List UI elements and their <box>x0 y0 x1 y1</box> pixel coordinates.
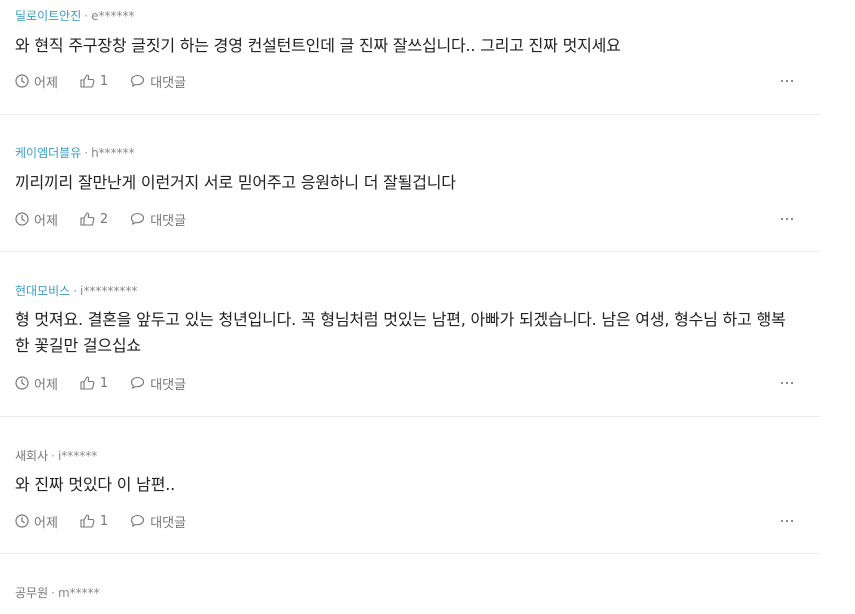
user-id: h****** <box>91 146 135 160</box>
speech-bubble-icon <box>131 212 145 225</box>
thumbs-up-icon <box>80 514 95 528</box>
company-name[interactable]: 케이엠더블유 <box>15 146 81 160</box>
comment-time: 어제 <box>15 374 58 393</box>
comment-time: 어제 <box>15 72 58 91</box>
like-button[interactable]: 1 <box>80 514 108 529</box>
reply-button[interactable]: 대댓글 <box>130 512 186 531</box>
user-id: m***** <box>57 586 100 600</box>
comment-time: 어제 <box>15 210 58 229</box>
more-options-button[interactable] <box>779 520 794 522</box>
comment-actions: 어제 1 대댓글 <box>15 72 794 91</box>
company-name: 공무원 <box>15 586 49 600</box>
comment-meta: 공무원 · m***** <box>15 585 100 601</box>
clock-icon <box>15 74 29 88</box>
meta-separator: · <box>51 586 55 600</box>
meta-separator: · <box>51 449 55 463</box>
comment-text: 형 멋져요. 결혼을 앞두고 있는 청년입니다. 꼭 형님처럼 멋있는 남편, … <box>15 310 786 355</box>
reply-label: 대댓글 <box>150 213 187 229</box>
speech-bubble-icon <box>131 74 145 87</box>
like-count: 1 <box>99 73 109 89</box>
speech-bubble-icon <box>131 514 145 527</box>
reply-button[interactable]: 대댓글 <box>130 72 186 91</box>
reply-button[interactable]: 대댓글 <box>130 210 186 229</box>
company-name: 새회사 <box>15 449 49 463</box>
comment-actions: 어제 1 대댓글 <box>15 512 794 531</box>
comment-actions: 어제 1 대댓글 <box>15 374 794 393</box>
meta-separator: · <box>84 9 89 23</box>
comment-text: 와 현직 주구장창 글짓기 하는 경영 컨설턴트인데 글 진짜 잘쓰십니다.. … <box>15 36 621 55</box>
comment-meta: 딜로이트안진 · e****** <box>15 8 134 24</box>
reply-button[interactable]: 대댓글 <box>130 374 186 393</box>
clock-icon <box>15 514 29 528</box>
company-name[interactable]: 딜로이트안진 <box>15 9 81 23</box>
user-id: i****** <box>57 449 98 463</box>
like-count: 2 <box>99 211 109 227</box>
like-count: 1 <box>99 375 109 391</box>
meta-separator: · <box>73 284 78 298</box>
like-count: 1 <box>99 513 109 529</box>
company-name[interactable]: 현대모비스 <box>15 284 70 298</box>
comment-item: 공무원 · m***** <box>0 554 820 614</box>
reply-label: 대댓글 <box>150 75 187 91</box>
time-label: 어제 <box>34 75 58 91</box>
comment-list: 딜로이트안진 · e****** 와 현직 주구장창 글짓기 하는 경영 컨설턴트인… <box>0 0 820 614</box>
comment-item: 딜로이트안진 · e****** 와 현직 주구장창 글짓기 하는 경영 컨설턴트인… <box>0 0 820 115</box>
more-dots-icon <box>779 218 794 220</box>
comment-item: 현대모비스 · i********* 형 멋져요. 결혼을 앞두고 있는 청년입니다… <box>0 252 820 417</box>
like-button[interactable]: 1 <box>80 376 108 391</box>
clock-icon <box>15 376 29 390</box>
more-dots-icon <box>779 80 794 82</box>
more-dots-icon <box>779 382 794 384</box>
comment-text: 끼리끼리 잘만난게 이런거지 서로 믿어주고 응원하니 더 잘될겁니다 <box>15 173 456 192</box>
comment-text: 와 진짜 멋있다 이 남편.. <box>15 475 175 494</box>
thumbs-up-icon <box>80 74 95 88</box>
comment-item: 새회사 · i****** 와 진짜 멋있다 이 남편.. 어제 1 대댓글 <box>0 417 820 554</box>
more-options-button[interactable] <box>779 218 794 220</box>
comment-meta: 케이엠더블유 · h****** <box>15 145 135 161</box>
more-dots-icon <box>779 520 794 522</box>
user-id: i********* <box>80 284 138 298</box>
comment-item: 케이엠더블유 · h****** 끼리끼리 잘만난게 이런거지 서로 믿어주고 응원… <box>0 115 820 252</box>
comment-actions: 어제 2 대댓글 <box>15 210 794 229</box>
thumbs-up-icon <box>80 376 95 390</box>
clock-icon <box>15 212 29 226</box>
reply-label: 대댓글 <box>150 515 187 531</box>
reply-label: 대댓글 <box>150 377 187 393</box>
comment-meta: 새회사 · i****** <box>15 448 97 464</box>
meta-separator: · <box>84 146 89 160</box>
speech-bubble-icon <box>131 376 145 389</box>
like-button[interactable]: 2 <box>80 212 108 227</box>
more-options-button[interactable] <box>779 80 794 82</box>
comment-time: 어제 <box>15 512 58 531</box>
more-options-button[interactable] <box>779 382 794 384</box>
time-label: 어제 <box>34 213 58 229</box>
user-id: e****** <box>91 9 135 23</box>
comment-meta: 현대모비스 · i********* <box>15 283 137 299</box>
time-label: 어제 <box>34 377 58 393</box>
time-label: 어제 <box>34 515 58 531</box>
like-button[interactable]: 1 <box>80 74 108 89</box>
thumbs-up-icon <box>80 212 95 226</box>
